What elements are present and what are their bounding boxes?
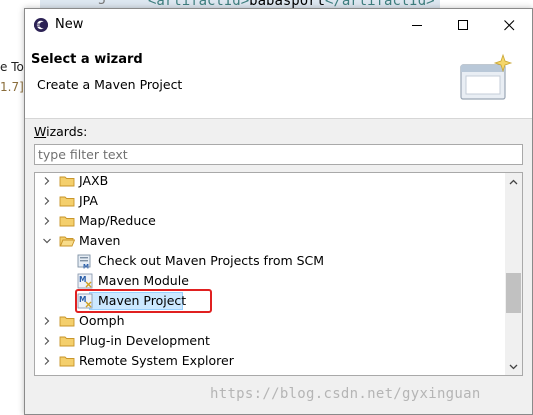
folder-icon [59, 336, 75, 347]
wizards-label-text: izards: [46, 124, 88, 139]
tree-item-plugin-development[interactable]: Plug-in Development [35, 331, 505, 351]
folder-icon [59, 316, 75, 327]
header-title: Select a wizard [31, 52, 143, 67]
watermark: https://blog.csdn.net/gyxinguan [210, 386, 481, 402]
eclipse-icon [34, 18, 48, 32]
chevron-down-icon [509, 364, 518, 369]
folder-icon [59, 216, 75, 227]
tree-item-maven-module[interactable]: M Maven Module [35, 271, 505, 291]
tree-item-label: Map/Reduce [79, 213, 156, 228]
tree-item-map-reduce[interactable]: Map/Reduce [35, 211, 505, 231]
wizard-tree: JAXB JPA Map/Reduce Maven M Check out Ma… [34, 172, 523, 376]
svg-text:M: M [79, 275, 86, 284]
folder-icon [59, 196, 75, 207]
tree-scrollbar[interactable] [505, 173, 522, 375]
tree-item-maven[interactable]: Maven [35, 231, 505, 251]
editor-fragment: e To [0, 60, 24, 74]
tree-item-label: JAXB [79, 173, 109, 188]
minimize-button[interactable] [394, 9, 440, 41]
close-icon [503, 19, 514, 30]
close-button[interactable] [486, 9, 532, 41]
tree-item-label: JPA [79, 193, 98, 208]
wizards-label: Wizards: [34, 124, 87, 139]
maven-scm-icon: M [77, 254, 91, 270]
chevron-down-icon[interactable] [42, 236, 52, 246]
maven-module-icon: M [77, 273, 93, 289]
header-description: Create a Maven Project [37, 77, 183, 92]
maximize-icon [457, 19, 468, 30]
tree-item-label: Plug-in Development [79, 333, 210, 348]
folder-icon [59, 176, 75, 187]
scroll-down-button[interactable] [505, 358, 522, 375]
chevron-right-icon[interactable] [42, 356, 52, 366]
filter-input[interactable] [34, 144, 523, 165]
tree-item-label: Maven Module [98, 273, 189, 288]
line-number: 5 [98, 0, 106, 8]
chevron-right-icon[interactable] [42, 336, 52, 346]
tree-item-label: Oomph [79, 313, 125, 328]
title-bar[interactable]: New [25, 9, 532, 41]
tree-item-jpa[interactable]: JPA [35, 191, 505, 211]
chevron-right-icon[interactable] [42, 196, 52, 206]
dialog-title: New [55, 17, 84, 32]
svg-text:M: M [83, 264, 89, 270]
minimize-icon [411, 24, 422, 26]
scroll-thumb[interactable] [506, 273, 521, 313]
tree-item-maven-scm[interactable]: M Check out Maven Projects from SCM [35, 251, 505, 271]
wizard-header: Select a wizard Create a Maven Project [25, 41, 532, 119]
tree-item-label: Check out Maven Projects from SCM [98, 253, 325, 268]
new-wizard-dialog: New Select a wizard Create a Maven Proje… [24, 8, 533, 415]
annotation-highlight-box [75, 289, 212, 313]
chevron-right-icon[interactable] [42, 316, 52, 326]
folder-icon [59, 356, 75, 367]
chevron-right-icon[interactable] [42, 176, 52, 186]
chevron-right-icon[interactable] [42, 216, 52, 226]
tree-item-remote-system-explorer[interactable]: Remote System Explorer [35, 351, 505, 371]
scroll-up-button[interactable] [505, 173, 522, 190]
wizards-label-mnemonic: W [34, 124, 47, 139]
tree-item-label: Remote System Explorer [79, 353, 234, 368]
screen: 5 <artifactId>babasport</artifactId> e T… [0, 0, 533, 415]
tree-item-jaxb[interactable]: JAXB [35, 173, 505, 191]
tree-item-label: Maven [79, 233, 121, 248]
wizard-body: Wizards: JAXB JPA [25, 120, 532, 414]
maximize-button[interactable] [440, 9, 486, 41]
folder-open-icon [59, 236, 75, 247]
editor-fragment: 1.7] [0, 80, 24, 94]
tree-item-oomph[interactable]: Oomph [35, 311, 505, 331]
wizard-banner-icon [460, 53, 513, 100]
chevron-up-icon [509, 179, 518, 184]
